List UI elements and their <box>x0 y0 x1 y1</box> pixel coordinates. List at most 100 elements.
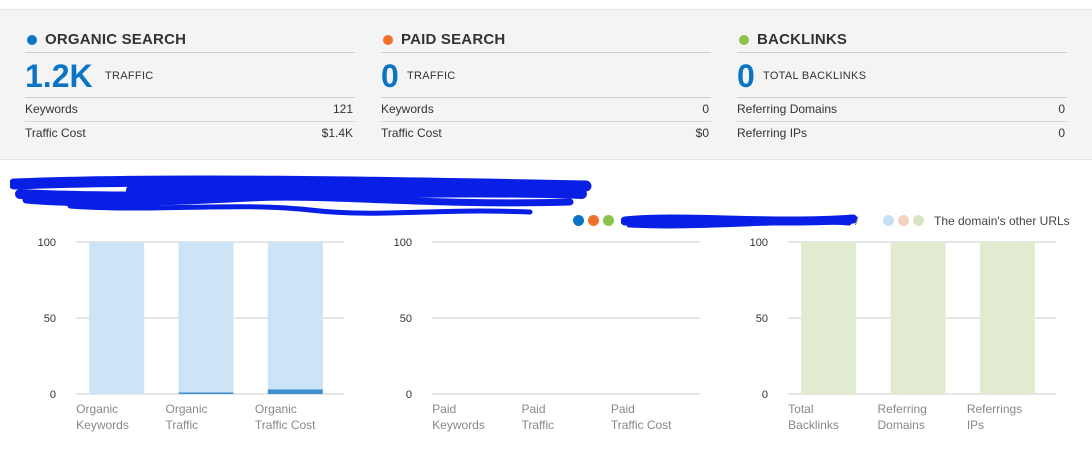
backlinks-xlabel-line: Domains <box>878 418 925 432</box>
organic-chart-svg: 050100Organic KeywordsOrganic TrafficOrgan… <box>38 237 344 432</box>
paid-traffic-cost-row[interactable]: Traffic Cost $0 <box>381 121 711 145</box>
paid-traffic-label: TRAFFIC <box>407 70 456 82</box>
backlinks-xlabel-0: Total Backlinks <box>788 402 839 432</box>
backlinks-xlabel-line: Referring <box>878 402 927 416</box>
organic-xlabel-0: Organic Keywords <box>76 402 129 432</box>
organic-search-panel: ORGANIC SEARCH 1.2K TRAFFIC Keywords 121… <box>25 10 355 160</box>
backlinks-bar-other-0 <box>801 242 857 394</box>
organic-keywords-row[interactable]: Keywords 121 <box>25 97 355 121</box>
organic-xlabel-line: Traffic Cost <box>255 418 316 432</box>
organic-search-title: ORGANIC SEARCH <box>45 31 187 48</box>
summary-panel: ORGANIC SEARCH 1.2K TRAFFIC Keywords 121… <box>0 10 1092 160</box>
backlinks-xlabel-1: Referring Domains <box>878 402 927 432</box>
backlinks-xlabel-line: Referrings <box>967 402 1022 416</box>
paid-xlabel-1: Paid Traffic <box>522 402 555 432</box>
organic-bar-current-1 <box>178 392 234 394</box>
paid-chart-svg: 0 50 100 Paid Keywords Paid Traffic Paid Traffic… <box>394 237 700 432</box>
backlinks-ytick-0: 0 <box>762 389 768 401</box>
redaction-scribble <box>10 175 592 216</box>
organic-traffic-cost-row[interactable]: Traffic Cost $1.4K <box>25 121 355 145</box>
total-backlinks-label: TOTAL BACKLINKS <box>763 70 867 82</box>
paid-search-header[interactable]: PAID SEARCH <box>381 29 711 53</box>
paid-xlabel-line: Paid <box>522 402 546 416</box>
legend-other-backlinks-dot-icon <box>913 215 924 226</box>
organic-xlabel-2: Organic Traffic Cost <box>255 402 316 432</box>
organic-search-header[interactable]: ORGANIC SEARCH <box>25 29 355 53</box>
other-urls-label[interactable]: The domain's other URLs <box>934 214 1070 228</box>
paid-xlabel-line: Traffic <box>522 418 555 432</box>
legend-organic-dot-icon <box>573 215 584 226</box>
organic-ytick-50: 50 <box>44 313 56 325</box>
referring-domains-label: Referring Domains <box>737 102 838 116</box>
organic-ytick-0: 0 <box>50 389 56 401</box>
total-backlinks-value[interactable]: 0 <box>737 59 755 93</box>
referring-ips-row[interactable]: Referring IPs 0 <box>737 121 1067 145</box>
referring-domains-row[interactable]: Referring Domains 0 <box>737 97 1067 121</box>
organic-xlabel-line: Organic <box>166 402 208 416</box>
backlinks-title: BACKLINKS <box>757 31 848 48</box>
paid-traffic-cost-label: Traffic Cost <box>381 126 442 140</box>
organic-xlabel-line: Organic <box>76 402 118 416</box>
paid-xlabel-line: Keywords <box>432 418 485 432</box>
organic-bar-other-0 <box>89 242 145 394</box>
paid-xlabel-0: Paid Keywords <box>432 402 485 432</box>
organic-traffic-cost-value: $1.4K <box>321 126 353 140</box>
organic-xlabel-1: Organic Traffic <box>166 402 208 432</box>
organic-xlabel-line: Traffic <box>166 418 199 432</box>
paid-ytick-100: 100 <box>394 237 412 249</box>
paid-ytick-0: 0 <box>406 389 412 401</box>
organic-xlabel-line: Keywords <box>76 418 129 432</box>
referring-ips-value: 0 <box>1058 126 1065 140</box>
backlinks-dot-icon <box>739 35 749 45</box>
paid-keywords-value: 0 <box>702 102 709 116</box>
paid-ytick-50: 50 <box>400 313 412 325</box>
legend-other-organic-dot-icon <box>883 215 894 226</box>
other-urls-legend[interactable] <box>883 213 928 229</box>
backlinks-header[interactable]: BACKLINKS <box>737 29 1067 53</box>
backlinks-chart-svg: 050100Total BacklinksReferring DomainsRefe… <box>750 237 1056 432</box>
backlinks-bar-other-2 <box>979 242 1035 394</box>
organic-dot-icon <box>27 35 37 45</box>
paid-keywords-label: Keywords <box>381 102 434 116</box>
paid-search-panel: PAID SEARCH 0 TRAFFIC Keywords 0 Traffic… <box>381 10 711 160</box>
backlinks-bar-other-1 <box>890 242 946 394</box>
backlinks-xlabel-line: Total <box>788 402 813 416</box>
organic-bar-other-2 <box>267 242 323 390</box>
legend-paid-dot-icon <box>588 215 599 226</box>
backlinks-xlabel-line: Backlinks <box>788 418 839 432</box>
backlinks-ytick-100: 100 <box>750 237 768 249</box>
organic-chart: 0 50 100 Organic Keywords Organic Traffic Organ… <box>30 232 350 447</box>
legend-backlinks-dot-icon <box>603 215 614 226</box>
paid-traffic-cost-value: $0 <box>695 126 709 140</box>
legend-other-paid-dot-icon <box>898 215 909 226</box>
organic-xlabel-line: Organic <box>255 402 297 416</box>
paid-xlabel-line: Traffic Cost <box>611 418 672 432</box>
paid-dot-icon <box>383 35 393 45</box>
organic-traffic-label: TRAFFIC <box>105 70 154 82</box>
paid-keywords-row[interactable]: Keywords 0 <box>381 97 711 121</box>
backlinks-xlabel-2: Referrings IPs <box>967 402 1022 432</box>
organic-traffic-value[interactable]: 1.2K <box>25 59 93 93</box>
backlinks-xlabel-line: IPs <box>967 418 984 432</box>
paid-chart: 0 50 100 Paid Keywords Paid Traffic Paid Traffic… <box>386 232 706 447</box>
paid-xlabel-2: Paid Traffic Cost <box>611 402 672 432</box>
paid-xlabel-line: Paid <box>611 402 635 416</box>
legend-slash: / <box>855 214 859 228</box>
organic-traffic-cost-label: Traffic Cost <box>25 126 86 140</box>
referring-domains-value: 0 <box>1058 102 1065 116</box>
organic-keywords-value: 121 <box>332 102 353 116</box>
legend-redaction-scribble <box>621 214 858 229</box>
backlinks-panel: BACKLINKS 0 TOTAL BACKLINKS Referring Do… <box>737 10 1067 160</box>
referring-ips-label: Referring IPs <box>737 126 808 140</box>
paid-search-title: PAID SEARCH <box>401 31 506 48</box>
top-strip <box>0 0 1092 10</box>
organic-ytick-100: 100 <box>38 237 56 249</box>
organic-keywords-label: Keywords <box>25 102 78 116</box>
backlinks-chart: 0 50 100 Total Backlinks Referring Domains Refe… <box>742 232 1062 447</box>
chart-legend: / <box>573 213 863 229</box>
organic-bar-other-1 <box>178 242 234 393</box>
paid-xlabel-line: Paid <box>432 402 456 416</box>
backlinks-ytick-50: 50 <box>756 313 768 325</box>
paid-traffic-value[interactable]: 0 <box>381 59 399 93</box>
organic-bar-current-2 <box>267 389 323 394</box>
